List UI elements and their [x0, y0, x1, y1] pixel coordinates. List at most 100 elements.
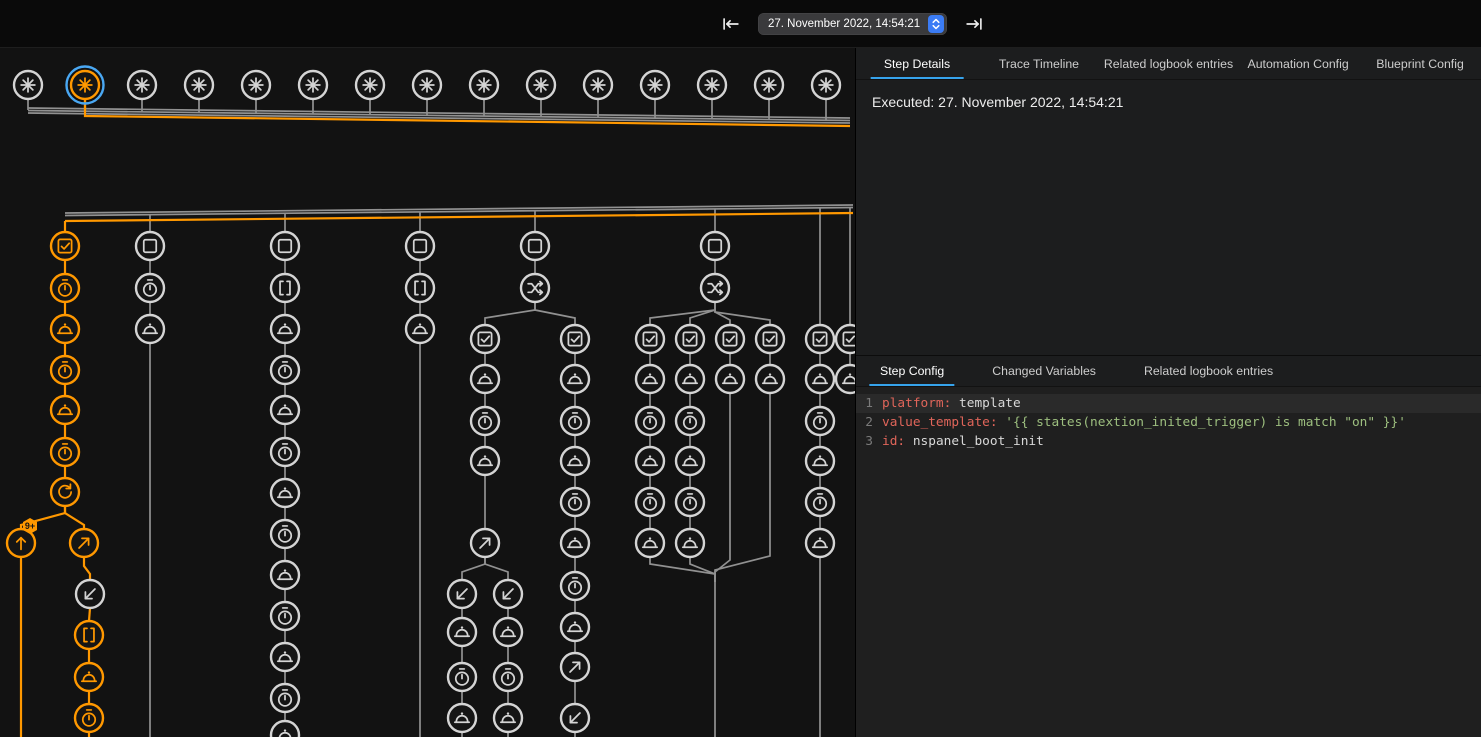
node-trigger[interactable]: [14, 71, 42, 99]
node-shuffle[interactable]: [701, 274, 729, 302]
node-delay[interactable]: [51, 356, 79, 384]
node-delay[interactable]: [75, 704, 103, 732]
node-trigger[interactable]: [698, 71, 726, 99]
node-trigger[interactable]: [812, 71, 840, 99]
node-condition[interactable]: [806, 325, 834, 353]
node-refresh[interactable]: [51, 478, 79, 506]
tab-step-details[interactable]: Step Details: [856, 48, 978, 79]
node-service[interactable]: [51, 315, 79, 343]
node-service[interactable]: [448, 618, 476, 646]
step-config-code-editor[interactable]: 1platform: template2value_template: '{{ …: [856, 387, 1481, 737]
node-delay[interactable]: [494, 663, 522, 691]
node-shuffle[interactable]: [521, 274, 549, 302]
node-service[interactable]: [806, 447, 834, 475]
node-trigger[interactable]: [242, 71, 270, 99]
node-delay[interactable]: [561, 488, 589, 516]
node-trigger[interactable]: [584, 71, 612, 99]
node-condition[interactable]: [471, 325, 499, 353]
node-trigger[interactable]: [299, 71, 327, 99]
next-run-button[interactable]: [957, 7, 991, 41]
node-service[interactable]: [636, 365, 664, 393]
node-trigger[interactable]: [413, 71, 441, 99]
node-trigger[interactable]: [185, 71, 213, 99]
node-condition[interactable]: [636, 325, 664, 353]
node-square[interactable]: [271, 232, 299, 260]
node-arrow-in[interactable]: [561, 704, 589, 732]
node-service[interactable]: [561, 447, 589, 475]
node-service[interactable]: [561, 613, 589, 641]
node-delay[interactable]: [806, 488, 834, 516]
node-service[interactable]: [471, 447, 499, 475]
node-brackets[interactable]: [406, 274, 434, 302]
node-service[interactable]: [406, 315, 434, 343]
node-delay[interactable]: [136, 274, 164, 302]
node-service[interactable]: [561, 365, 589, 393]
node-brackets[interactable]: [271, 274, 299, 302]
node-arrow-out[interactable]: [471, 529, 499, 557]
node-delay[interactable]: [471, 407, 499, 435]
node-trigger[interactable]: [527, 71, 555, 99]
node-service[interactable]: [806, 365, 834, 393]
node-delay[interactable]: [271, 356, 299, 384]
node-square[interactable]: [701, 232, 729, 260]
tab-step-config[interactable]: Step Config: [856, 356, 968, 386]
node-trigger[interactable]: [470, 71, 498, 99]
tab-related-logbook-entries[interactable]: Related logbook entries: [1120, 356, 1297, 386]
node-delay[interactable]: [561, 407, 589, 435]
node-arrow-in[interactable]: [76, 580, 104, 608]
node-service[interactable]: [271, 721, 299, 737]
node-service[interactable]: [271, 561, 299, 589]
node-delay[interactable]: [51, 274, 79, 302]
node-service[interactable]: [806, 529, 834, 557]
node-condition[interactable]: [716, 325, 744, 353]
node-service[interactable]: [494, 704, 522, 732]
node-service[interactable]: [676, 447, 704, 475]
node-delay[interactable]: [271, 438, 299, 466]
node-square[interactable]: [136, 232, 164, 260]
node-delay[interactable]: [676, 407, 704, 435]
tab-related-logbook-entries[interactable]: Related logbook entries: [1100, 48, 1237, 79]
node-arrow-out[interactable]: [561, 653, 589, 681]
node-delay[interactable]: [448, 663, 476, 691]
node-arrow-out[interactable]: [70, 529, 98, 557]
node-trigger[interactable]: [356, 71, 384, 99]
node-delay[interactable]: [636, 488, 664, 516]
node-service[interactable]: [494, 618, 522, 646]
node-trigger[interactable]: [128, 71, 156, 99]
node-square[interactable]: [406, 232, 434, 260]
node-service[interactable]: [271, 315, 299, 343]
node-condition[interactable]: [561, 325, 589, 353]
previous-run-button[interactable]: [714, 7, 748, 41]
node-service[interactable]: [136, 315, 164, 343]
node-delay[interactable]: [271, 684, 299, 712]
node-delay[interactable]: [676, 488, 704, 516]
node-service[interactable]: [271, 643, 299, 671]
node-service[interactable]: [756, 365, 784, 393]
node-service[interactable]: [51, 396, 79, 424]
node-square[interactable]: [521, 232, 549, 260]
node-condition[interactable]: [51, 232, 79, 260]
node-service[interactable]: [271, 479, 299, 507]
node-delay[interactable]: [636, 407, 664, 435]
node-service[interactable]: [471, 365, 499, 393]
node-service[interactable]: [676, 365, 704, 393]
tab-trace-timeline[interactable]: Trace Timeline: [978, 48, 1100, 79]
node-service[interactable]: [676, 529, 704, 557]
node-service[interactable]: [448, 704, 476, 732]
node-arrow-in[interactable]: [448, 580, 476, 608]
node-trigger[interactable]: [67, 67, 104, 104]
node-delay[interactable]: [806, 407, 834, 435]
node-service[interactable]: [561, 529, 589, 557]
node-arrow-in[interactable]: [494, 580, 522, 608]
node-condition[interactable]: [756, 325, 784, 353]
tab-blueprint-config[interactable]: Blueprint Config: [1359, 48, 1481, 79]
run-select[interactable]: 27. November 2022, 14:54:21: [758, 13, 947, 35]
node-delay[interactable]: [271, 602, 299, 630]
node-service[interactable]: [636, 529, 664, 557]
node-trigger[interactable]: [641, 71, 669, 99]
node-condition[interactable]: [676, 325, 704, 353]
node-brackets[interactable]: [75, 621, 103, 649]
node-service[interactable]: [75, 663, 103, 691]
node-delay[interactable]: [561, 572, 589, 600]
node-service[interactable]: [636, 447, 664, 475]
